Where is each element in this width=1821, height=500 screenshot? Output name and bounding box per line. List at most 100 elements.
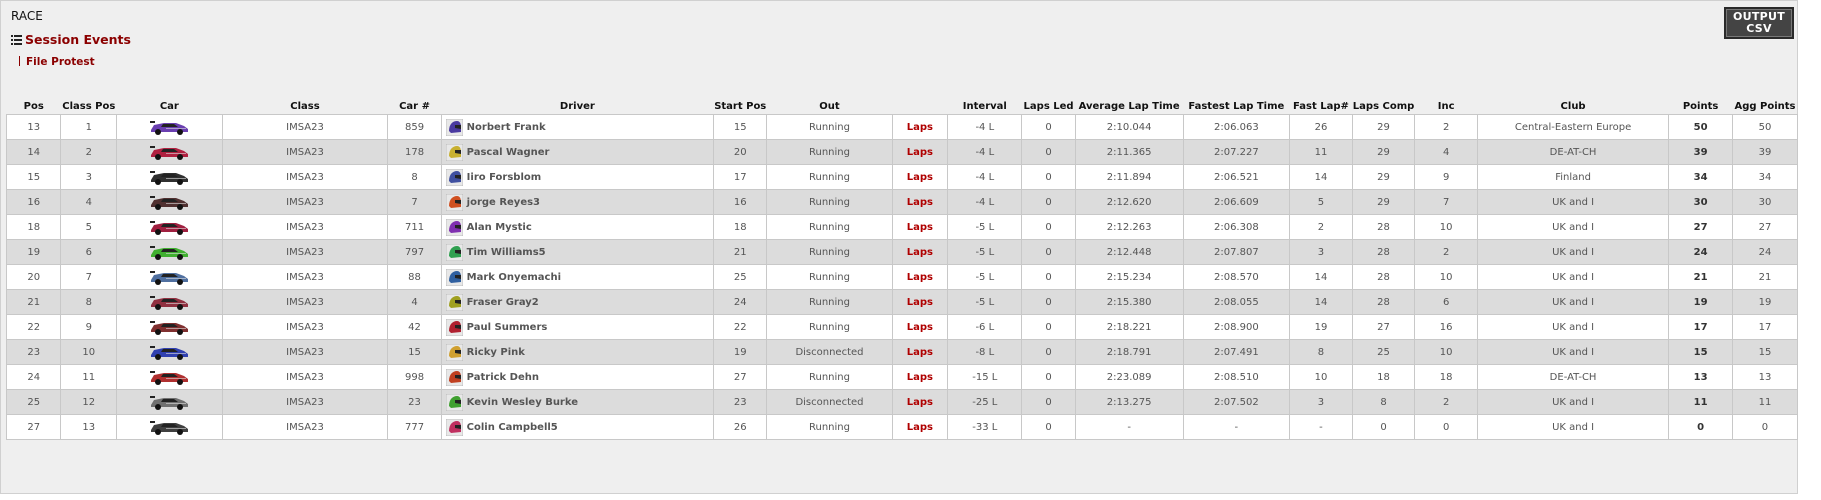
cell-start-pos: 26: [713, 414, 768, 440]
laps-link[interactable]: Laps: [907, 247, 933, 258]
laps-link[interactable]: Laps: [907, 347, 933, 358]
car-icon: [150, 296, 189, 310]
driver-name: Pascal Wagner: [466, 146, 550, 158]
driver-link[interactable]: Fraser Gray2: [442, 293, 712, 311]
class-pos-value: 5: [85, 221, 92, 233]
laps-link[interactable]: Laps: [907, 322, 933, 333]
fastest-lap-value: 2:07.227: [1213, 146, 1259, 158]
cell-laps-led: 0: [1021, 414, 1076, 440]
driver-name: Norbert Frank: [466, 121, 546, 133]
points-value: 15: [1693, 346, 1708, 358]
driver-link[interactable]: Iiro Forsblom: [442, 168, 712, 186]
laps-link[interactable]: Laps: [907, 122, 933, 133]
laps-led-value: 0: [1045, 321, 1052, 333]
driver-name: Kevin Wesley Burke: [466, 396, 579, 408]
cell-car: [116, 139, 223, 165]
class-pos-value: 12: [82, 396, 96, 408]
out-value: Running: [808, 421, 850, 433]
pos-value: 22: [27, 321, 41, 333]
driver-link[interactable]: Pascal Wagner: [442, 143, 712, 161]
laps-comp-value: 29: [1377, 196, 1390, 208]
laps-link[interactable]: Laps: [907, 222, 933, 233]
driver-name: jorge Reyes3: [466, 196, 541, 208]
laps-link[interactable]: Laps: [907, 297, 933, 308]
cell-fast-lap-num: 26: [1289, 114, 1353, 140]
cell-laps-comp: 28: [1351, 239, 1416, 265]
laps-comp-value: 28: [1377, 296, 1390, 308]
session-events-toggle[interactable]: Session Events: [11, 32, 131, 47]
laps-led-value: 0: [1045, 396, 1052, 408]
laps-link[interactable]: Laps: [907, 197, 933, 208]
class-pos-value: 10: [82, 346, 96, 358]
cell-class-pos: 13: [60, 414, 118, 440]
cell-club: UK and I: [1476, 239, 1670, 265]
cell-car-num: 15: [387, 339, 442, 365]
driver-name: Tim Williams5: [466, 246, 546, 258]
inc-value: 0: [1442, 421, 1450, 433]
laps-link[interactable]: Laps: [907, 422, 933, 433]
cell-pos: 15: [5, 164, 62, 190]
cell-agg-points: 15: [1731, 339, 1799, 365]
cell-agg-points: 34: [1731, 164, 1799, 190]
driver-link[interactable]: Tim Williams5: [442, 243, 712, 261]
class-value: IMSA23: [286, 396, 324, 408]
avg-lap-value: 2:11.365: [1106, 146, 1152, 158]
laps-comp-value: 29: [1377, 171, 1390, 183]
cell-out: Running: [766, 139, 893, 165]
out-value: Running: [808, 146, 850, 158]
driver-name: Alan Mystic: [466, 221, 532, 233]
class-value: IMSA23: [286, 296, 324, 308]
output-csv-button[interactable]: OUTPUT CSV: [1724, 7, 1794, 39]
cell-fastest-lap: 2:07.491: [1182, 339, 1291, 365]
driver-link[interactable]: Alan Mystic: [442, 218, 712, 236]
table-row: 27 13 IMSA23 777 Colin Campbell5 26 Running Lap…: [5, 414, 1799, 440]
laps-link[interactable]: Laps: [907, 147, 933, 158]
cell-laps-comp: 28: [1351, 289, 1416, 315]
laps-link[interactable]: Laps: [907, 272, 933, 283]
driver-link[interactable]: Paul Summers: [442, 318, 712, 336]
file-protest-link[interactable]: File Protest: [19, 56, 95, 68]
table-row: 20 7 IMSA23 88 Mark Onyemachi 25 Running Laps -5…: [5, 264, 1799, 290]
laps-comp-value: 28: [1377, 221, 1390, 233]
cell-laps-link: Laps: [891, 264, 949, 290]
cell-laps-led: 0: [1021, 214, 1076, 240]
start-pos-value: 18: [733, 221, 747, 233]
laps-link[interactable]: Laps: [907, 172, 933, 183]
avg-lap-value: 2:11.894: [1106, 171, 1152, 183]
driver-link[interactable]: Mark Onyemachi: [442, 268, 712, 286]
cell-points: 21: [1668, 264, 1733, 290]
out-value: Running: [808, 121, 850, 133]
agg-points-value: 15: [1758, 346, 1772, 358]
cell-car: [116, 189, 223, 215]
out-value: Running: [808, 371, 850, 383]
helmet-icon: [445, 193, 463, 211]
points-value: 30: [1693, 196, 1708, 208]
driver-link[interactable]: Patrick Dehn: [442, 368, 712, 386]
cell-fast-lap-num: 2: [1289, 214, 1353, 240]
cell-interval: -4 L: [947, 189, 1023, 215]
pos-value: 21: [27, 296, 41, 308]
driver-link[interactable]: Norbert Frank: [442, 118, 712, 136]
cell-laps-link: Laps: [891, 139, 949, 165]
cell-class-pos: 9: [60, 314, 118, 340]
driver-link[interactable]: Ricky Pink: [442, 343, 712, 361]
driver-link[interactable]: Colin Campbell5: [442, 418, 712, 436]
car-icon: [150, 171, 189, 185]
driver-link[interactable]: jorge Reyes3: [442, 193, 712, 211]
laps-link[interactable]: Laps: [907, 372, 933, 383]
cell-class-pos: 8: [60, 289, 118, 315]
car-num-value: 4: [411, 296, 418, 308]
class-value: IMSA23: [286, 121, 324, 133]
cell-car-num: 42: [387, 314, 442, 340]
driver-link[interactable]: Kevin Wesley Burke: [442, 393, 712, 411]
laps-link[interactable]: Laps: [907, 397, 933, 408]
cell-inc: 10: [1414, 264, 1478, 290]
out-value: Disconnected: [795, 396, 864, 408]
club-value: UK and I: [1552, 421, 1595, 433]
pos-value: 27: [27, 421, 41, 433]
driver-name: Colin Campbell5: [466, 421, 558, 433]
cell-pos: 14: [5, 139, 62, 165]
cell-laps-comp: 29: [1351, 189, 1416, 215]
club-value: UK and I: [1552, 296, 1595, 308]
cell-driver: Pascal Wagner: [440, 139, 715, 165]
